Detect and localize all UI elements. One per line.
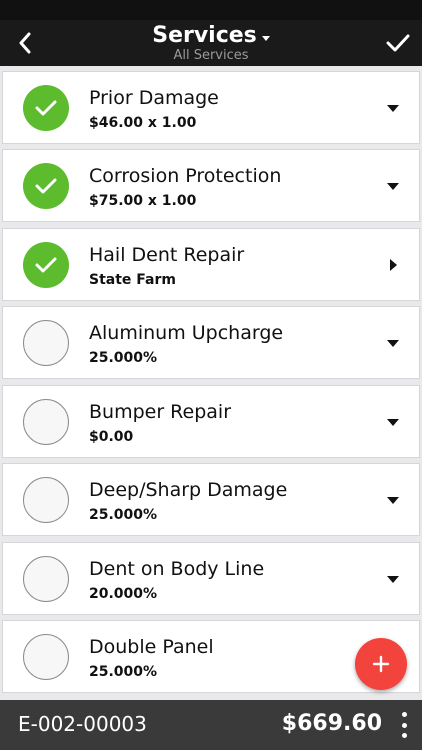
caret-right-icon [389, 259, 397, 271]
selection-circle[interactable] [23, 163, 69, 209]
service-name: Prior Damage [89, 87, 219, 109]
selection-circle[interactable] [23, 634, 69, 680]
expand-button[interactable] [385, 571, 401, 587]
service-name: Corrosion Protection [89, 165, 282, 187]
caret-down-icon [387, 339, 399, 347]
selection-circle[interactable] [23, 399, 69, 445]
checkmark-icon [386, 34, 410, 52]
service-item[interactable]: Dent on Body Line 20.000% [2, 542, 420, 615]
service-name: Bumper Repair [89, 401, 232, 423]
selection-circle[interactable] [23, 242, 69, 288]
page-subtitle: All Services [173, 48, 249, 63]
nav-title-group[interactable]: Services All Services [100, 23, 322, 63]
service-name: Dent on Body Line [89, 558, 265, 580]
estimate-number: E-002-00003 [18, 712, 147, 736]
service-detail: State Farm [89, 272, 176, 288]
estimate-total: $669.60 [281, 711, 382, 736]
service-item[interactable]: Hail Dent Repair State Farm [2, 228, 420, 301]
selection-circle[interactable] [23, 477, 69, 523]
service-detail: 25.000% [89, 350, 158, 366]
caret-down-icon [387, 496, 399, 504]
service-item[interactable]: Prior Damage $46.00 x 1.00 [2, 71, 420, 144]
service-name: Deep/Sharp Damage [89, 479, 288, 501]
check-icon [35, 257, 57, 273]
back-chevron-icon [19, 32, 31, 54]
check-icon [35, 178, 57, 194]
page-title[interactable]: Services [152, 23, 270, 49]
page-title-text: Services [152, 23, 257, 48]
footer-bar: E-002-00003 $669.60 [0, 700, 422, 750]
status-bar [0, 0, 422, 20]
service-detail: 25.000% [89, 664, 158, 680]
service-detail: $75.00 x 1.00 [89, 193, 197, 209]
service-name: Double Panel [89, 636, 214, 658]
service-detail: $0.00 [89, 429, 134, 445]
check-icon [35, 100, 57, 116]
add-service-button[interactable] [355, 638, 407, 690]
service-item[interactable]: Aluminum Upcharge 25.000% [2, 306, 420, 379]
service-detail: 20.000% [89, 586, 158, 602]
expand-button[interactable] [385, 492, 401, 508]
selection-circle[interactable] [23, 320, 69, 366]
service-item[interactable]: Corrosion Protection $75.00 x 1.00 [2, 149, 420, 222]
caret-down-icon [387, 575, 399, 583]
caret-down-icon [387, 182, 399, 190]
caret-down-icon [387, 104, 399, 112]
service-name: Aluminum Upcharge [89, 322, 284, 344]
open-button[interactable] [385, 257, 401, 273]
caret-down-icon [387, 418, 399, 426]
expand-button[interactable] [385, 178, 401, 194]
service-detail: $46.00 x 1.00 [89, 115, 197, 131]
more-vertical-icon[interactable] [400, 712, 408, 738]
service-name: Hail Dent Repair [89, 244, 245, 266]
service-item[interactable]: Bumper Repair $0.00 [2, 385, 420, 458]
service-detail: 25.000% [89, 507, 158, 523]
expand-button[interactable] [385, 414, 401, 430]
caret-down-icon [261, 35, 270, 41]
selection-circle[interactable] [23, 556, 69, 602]
nav-bar: Services All Services [0, 20, 422, 66]
expand-button[interactable] [385, 100, 401, 116]
selection-circle[interactable] [23, 85, 69, 131]
done-button[interactable] [382, 28, 414, 58]
expand-button[interactable] [385, 335, 401, 351]
plus-icon [372, 655, 390, 673]
service-item[interactable]: Deep/Sharp Damage 25.000% [2, 463, 420, 536]
back-button[interactable] [10, 28, 40, 58]
